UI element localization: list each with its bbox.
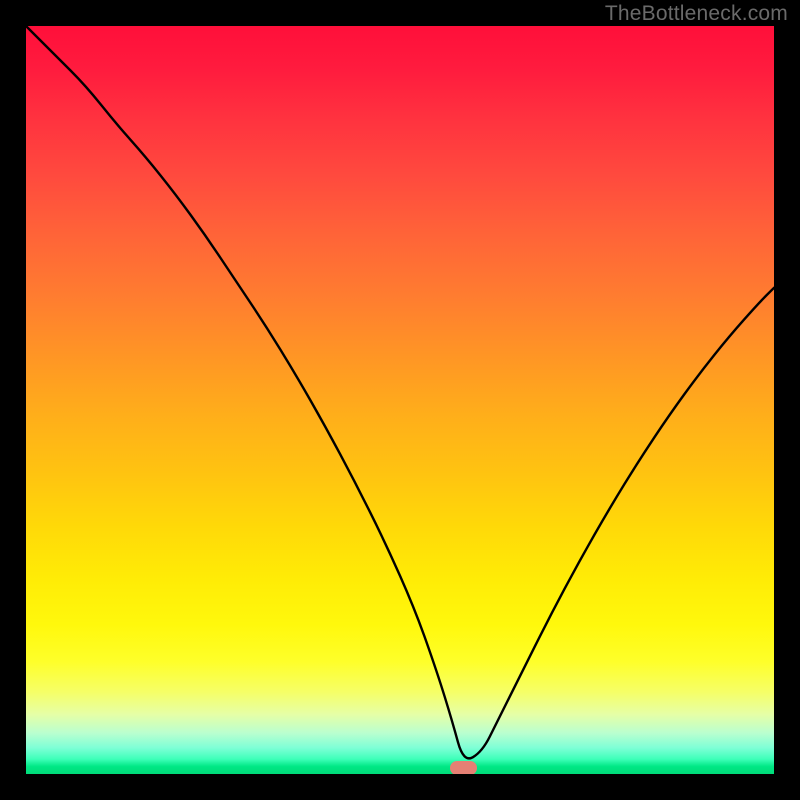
curve-svg <box>26 26 774 774</box>
bottleneck-curve <box>26 26 774 758</box>
plot-area <box>26 26 774 774</box>
optimal-range-marker <box>450 761 477 774</box>
chart-frame: TheBottleneck.com <box>0 0 800 800</box>
watermark-text: TheBottleneck.com <box>605 2 788 26</box>
